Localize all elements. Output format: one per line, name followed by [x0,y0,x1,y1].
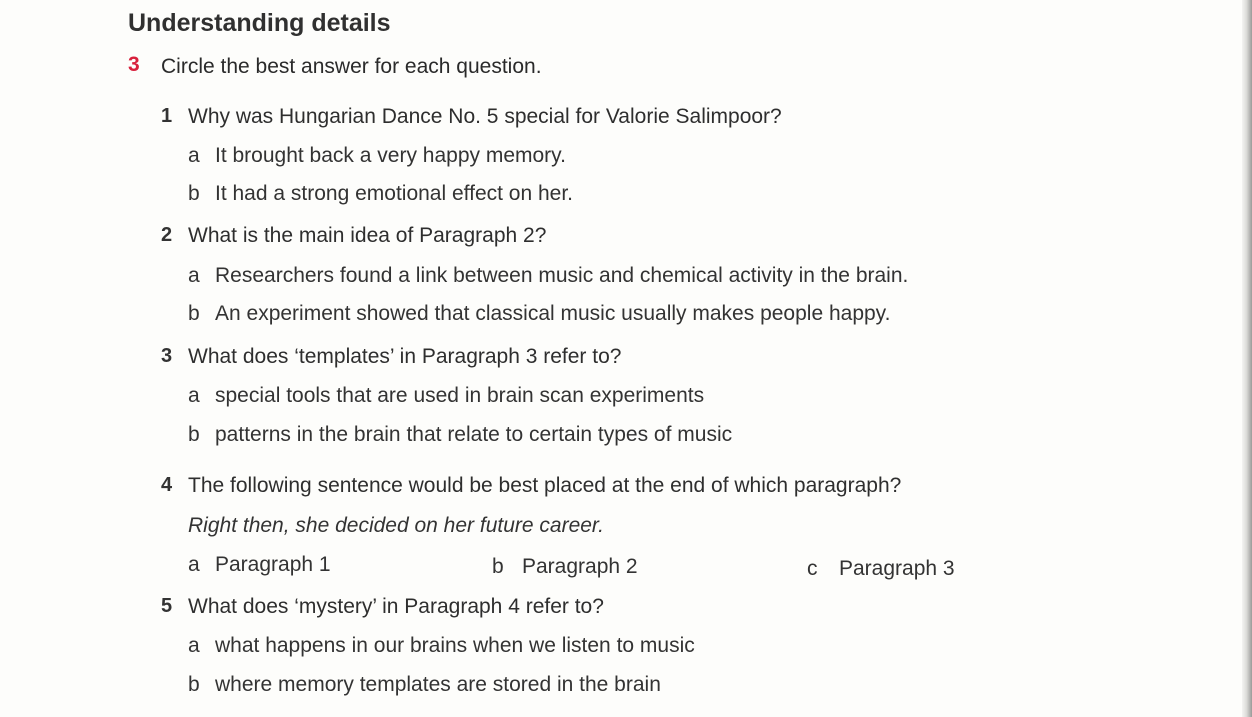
question-1-text: Why was Hungarian Dance No. 5 special fo… [188,105,782,128]
question-5-option-b[interactable]: where memory templates are stored in the… [215,673,661,697]
question-1-option-b-letter: b [188,182,200,205]
question-3-option-a[interactable]: special tools that are used in brain sca… [215,384,704,408]
question-4-option-a-letter: a [188,553,200,576]
question-1-option-a[interactable]: It brought back a very happy memory. [215,144,566,168]
question-3-number: 3 [161,345,173,367]
question-4-sentence: Right then, she decided on her future ca… [188,514,604,537]
exercise-number: 3 [128,53,140,76]
question-4-option-a[interactable]: Paragraph 1 [215,553,331,577]
question-4-text: The following sentence would be best pla… [188,474,902,497]
question-5-option-b-letter: b [188,673,200,696]
question-2-number: 2 [161,224,173,246]
question-1-option-b[interactable]: It had a strong emotional effect on her. [215,182,573,206]
question-2-option-b[interactable]: An experiment showed that classical musi… [215,302,890,326]
question-2-option-a-letter: a [188,264,200,287]
question-2-text: What is the main idea of Paragraph 2? [188,224,547,247]
section-title: Understanding details [128,9,391,37]
question-2-option-b-letter: b [188,302,200,325]
question-4-option-c-letter: c [807,557,818,580]
question-4-option-c[interactable]: Paragraph 3 [839,557,955,581]
question-4-option-b[interactable]: Paragraph 2 [522,555,638,579]
question-5-option-a[interactable]: what happens in our brains when we liste… [215,634,695,658]
exercise-instruction: Circle the best answer for each question… [161,55,542,78]
question-5-option-a-letter: a [188,634,200,657]
question-5-text: What does ‘mystery’ in Paragraph 4 refer… [188,595,604,618]
question-3-option-a-letter: a [188,384,200,407]
question-2-option-a[interactable]: Researchers found a link between music a… [215,264,908,288]
question-1-number: 1 [161,105,173,127]
question-3-option-b[interactable]: patterns in the brain that relate to cer… [215,423,732,447]
question-3-text: What does ‘templates’ in Paragraph 3 ref… [188,345,622,368]
question-3-option-b-letter: b [188,423,200,446]
page-edge-shadow [1242,0,1252,717]
question-5-number: 5 [161,595,173,617]
question-4-option-b-letter: b [492,555,504,578]
question-4-number: 4 [161,474,173,496]
question-1-option-a-letter: a [188,144,200,167]
